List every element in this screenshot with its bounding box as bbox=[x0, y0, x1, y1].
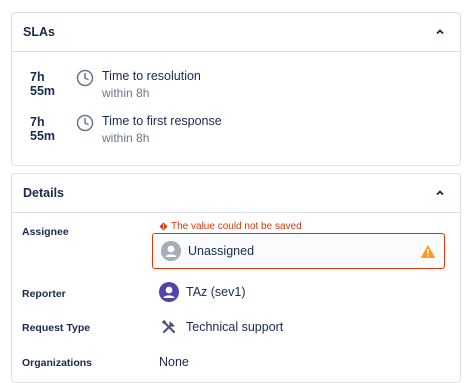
sla-item: 7h 55m Time to resolution within 8h bbox=[30, 69, 201, 101]
sla-target: within 8h bbox=[102, 131, 150, 145]
error-text: The value could not be saved bbox=[171, 221, 302, 232]
tools-icon bbox=[159, 317, 179, 337]
details-panel-header[interactable]: Details bbox=[12, 174, 460, 213]
organizations-value[interactable]: None bbox=[159, 355, 189, 369]
sla-panel-header[interactable]: SLAs bbox=[12, 13, 460, 52]
reporter-value[interactable]: TAz (sev1) bbox=[159, 282, 246, 302]
reporter-label: Reporter bbox=[22, 288, 66, 300]
request-type-name: Technical support bbox=[186, 320, 284, 334]
warning-icon bbox=[420, 245, 436, 258]
user-avatar-icon bbox=[159, 282, 179, 302]
assignee-label: Assignee bbox=[22, 226, 69, 238]
sla-time: 7h 55m bbox=[30, 70, 56, 98]
error-message: The value could not be saved bbox=[159, 221, 302, 232]
sla-panel-title: SLAs bbox=[23, 25, 55, 39]
chevron-up-icon[interactable] bbox=[434, 26, 446, 38]
request-type-value[interactable]: Technical support bbox=[159, 317, 283, 337]
sla-target: within 8h bbox=[102, 86, 150, 100]
sla-panel: SLAs 7h 55m Time to resolution within 8h… bbox=[11, 12, 461, 166]
sla-name: Time to resolution bbox=[102, 69, 201, 83]
details-panel-title: Details bbox=[23, 186, 64, 200]
sla-item: 7h 55m Time to first response within 8h bbox=[30, 114, 222, 146]
error-icon bbox=[159, 222, 168, 231]
clock-icon bbox=[76, 114, 94, 132]
user-avatar-icon bbox=[161, 241, 181, 261]
sla-name: Time to first response bbox=[102, 114, 222, 128]
request-type-label: Request Type bbox=[22, 322, 91, 334]
assignee-value: Unassigned bbox=[188, 244, 255, 258]
clock-icon bbox=[76, 69, 94, 87]
assignee-field[interactable]: Unassigned bbox=[152, 233, 445, 269]
sla-time: 7h 55m bbox=[30, 115, 56, 143]
organizations-text: None bbox=[159, 355, 189, 369]
reporter-name: TAz (sev1) bbox=[186, 285, 246, 299]
details-panel: Details Assignee The value could not be … bbox=[11, 173, 461, 383]
organizations-label: Organizations bbox=[22, 357, 93, 369]
chevron-up-icon[interactable] bbox=[434, 187, 446, 199]
